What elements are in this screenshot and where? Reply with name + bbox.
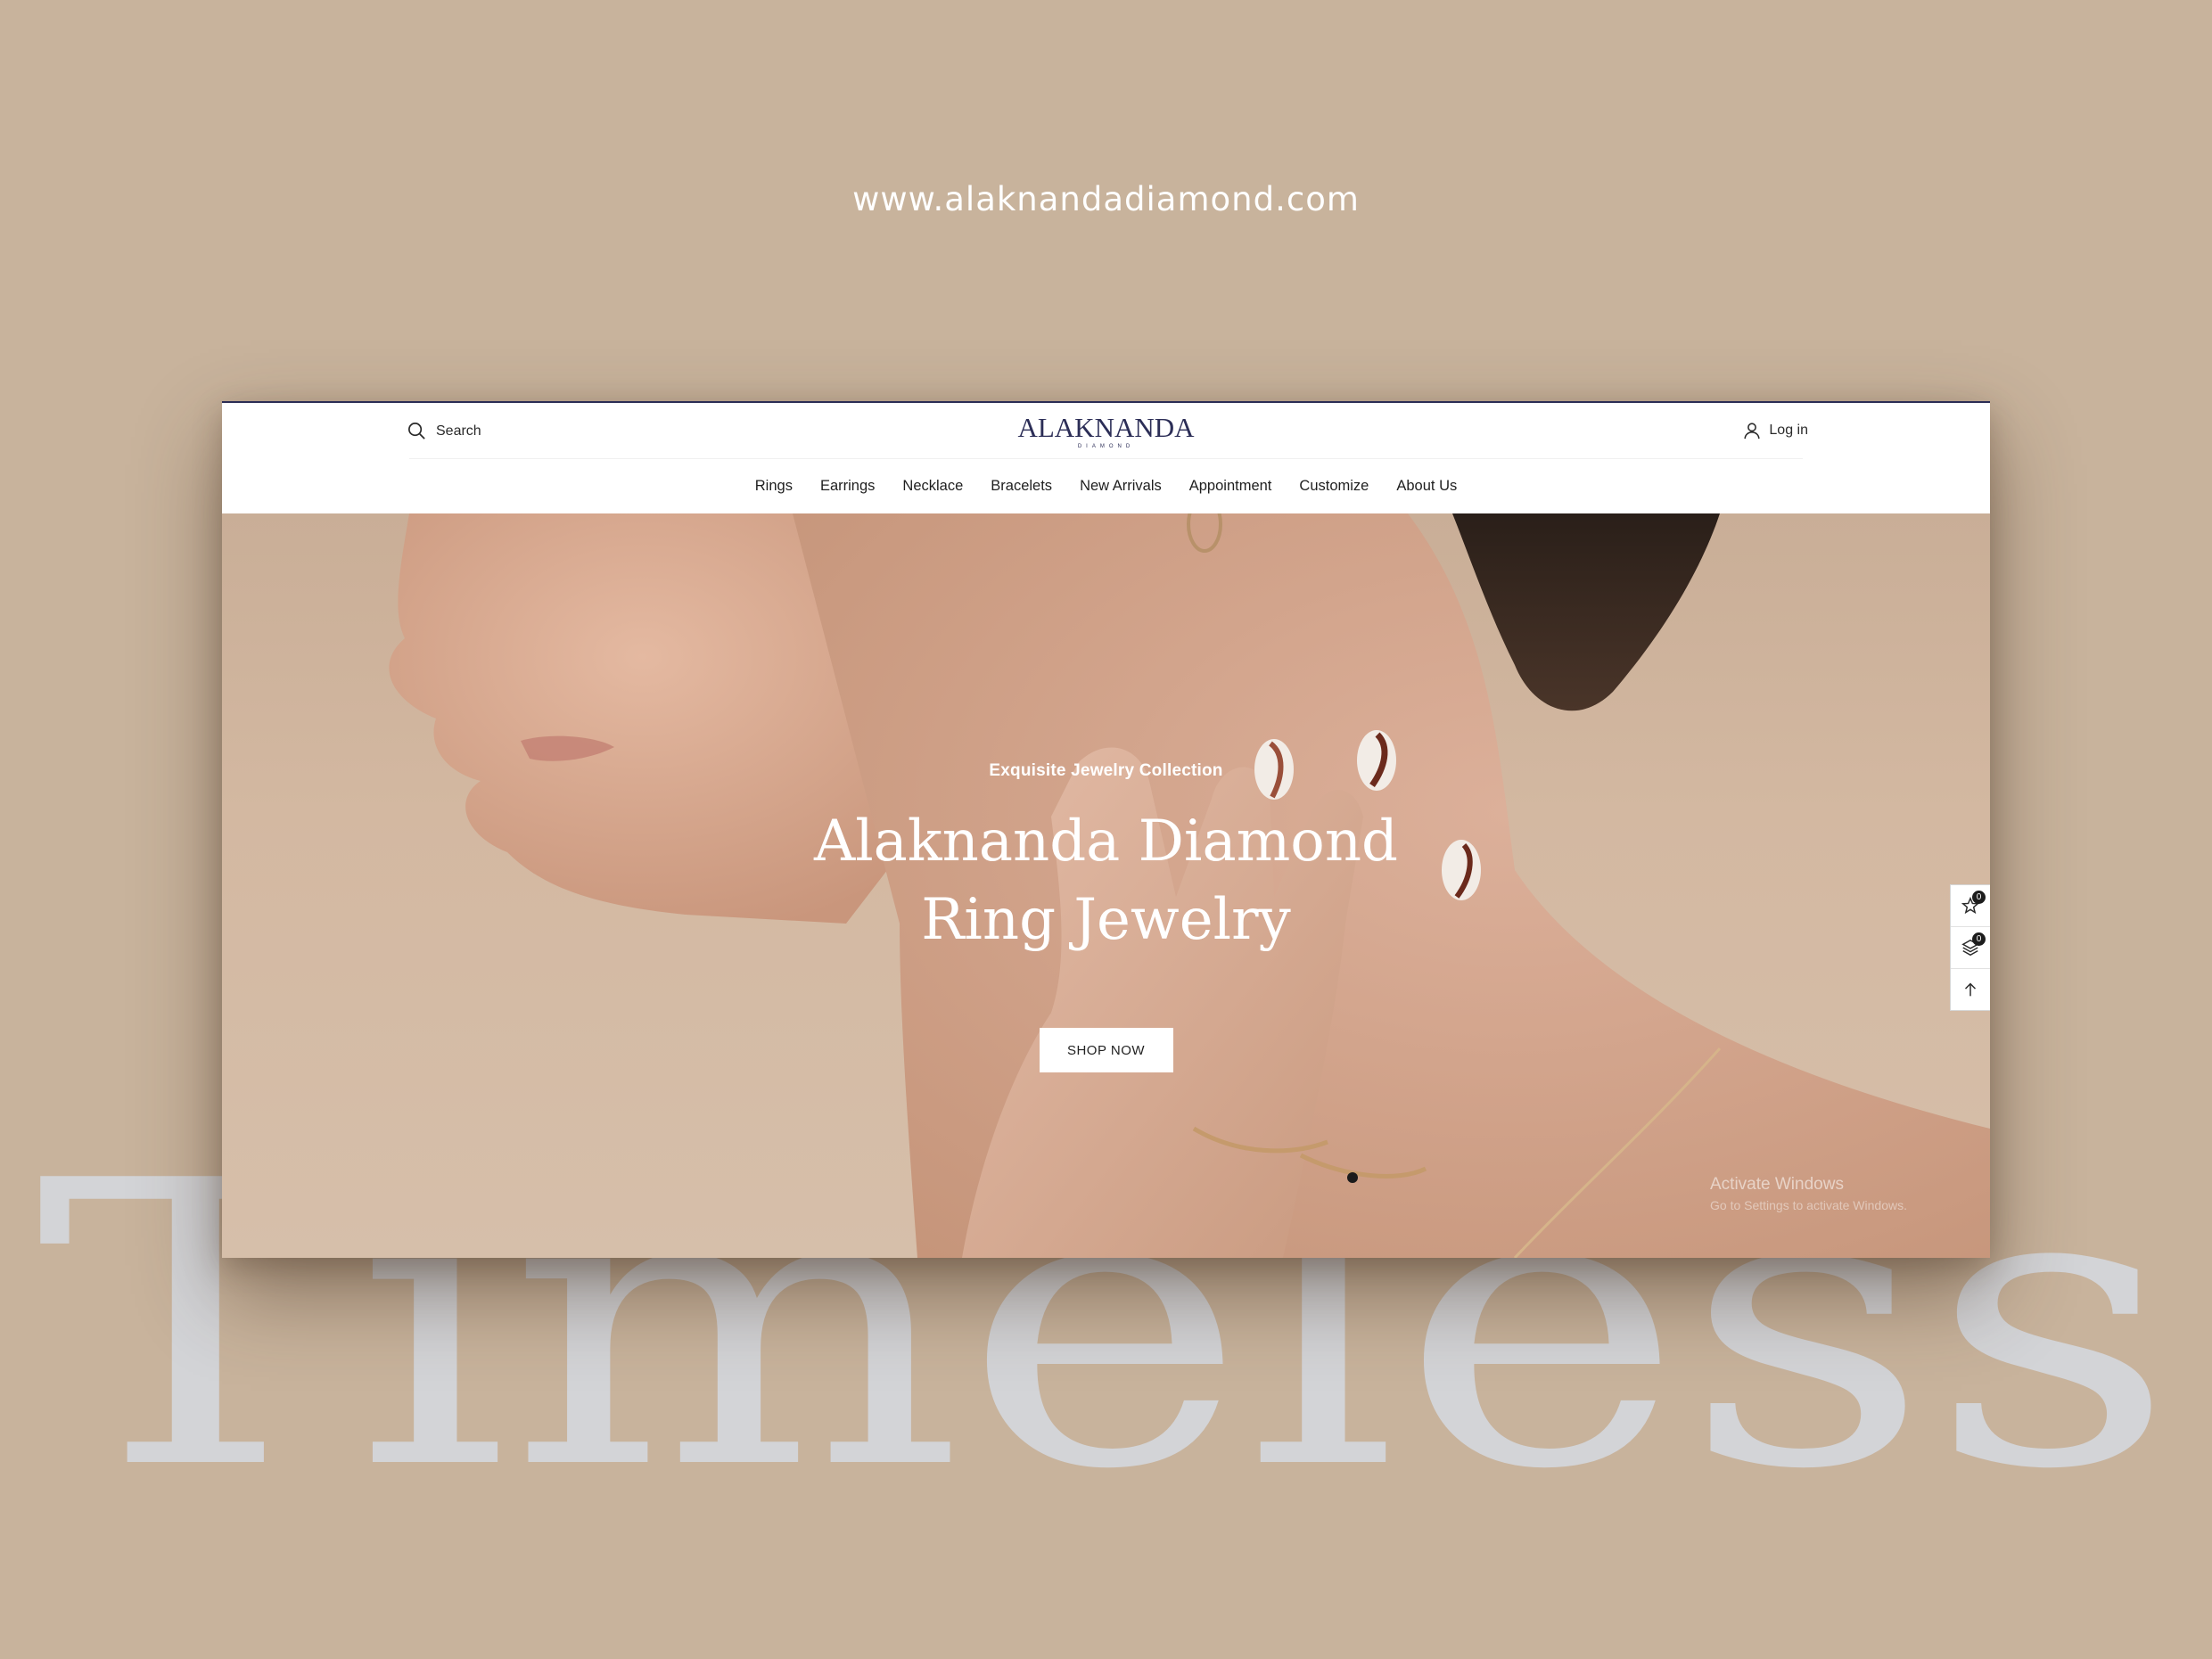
hero-banner: Exquisite Jewelry Collection Alaknanda D… xyxy=(222,513,1990,1258)
logo-main-text: ALAKNANDA xyxy=(1017,412,1195,443)
floating-side-tools: 0 0 xyxy=(1950,884,1990,1011)
nav-item-earrings[interactable]: Earrings xyxy=(820,478,875,495)
user-icon xyxy=(1744,423,1760,439)
watermark-title: Activate Windows xyxy=(1710,1175,1844,1194)
logo-sub-text: DIAMOND xyxy=(1077,444,1135,449)
main-nav: Rings Earrings Necklace Bracelets New Ar… xyxy=(222,478,1990,495)
hero-content: Exquisite Jewelry Collection Alaknanda D… xyxy=(222,761,1990,1072)
arrow-up-icon xyxy=(1964,982,1977,997)
hero-eyebrow: Exquisite Jewelry Collection xyxy=(989,761,1223,780)
wishlist-count-badge: 0 xyxy=(1972,891,1986,904)
header-divider xyxy=(409,458,1803,459)
nav-item-new-arrivals[interactable]: New Arrivals xyxy=(1080,478,1162,495)
nav-item-customize[interactable]: Customize xyxy=(1299,478,1369,495)
hero-title: Alaknanda Diamond Ring Jewelry xyxy=(222,802,1990,959)
website-mockup: Search ALAKNANDA DIAMOND Log in Rings Ea… xyxy=(222,401,1990,1258)
nav-item-rings[interactable]: Rings xyxy=(755,478,793,495)
nav-item-about-us[interactable]: About Us xyxy=(1396,478,1457,495)
nav-item-bracelets[interactable]: Bracelets xyxy=(991,478,1052,495)
hero-title-line-2: Ring Jewelry xyxy=(921,887,1291,953)
website-url: www.alaknandadiamond.com xyxy=(852,180,1360,218)
login-button[interactable]: Log in xyxy=(1742,421,1808,440)
compare-count-badge: 0 xyxy=(1972,932,1986,946)
hero-title-line-1: Alaknanda Diamond xyxy=(813,809,1399,875)
site-logo[interactable]: ALAKNANDA DIAMOND xyxy=(222,414,1990,449)
activate-windows-watermark: Activate Windows Go to Settings to activ… xyxy=(1710,1175,1907,1212)
wishlist-button[interactable]: 0 xyxy=(1951,885,1990,927)
compare-button[interactable]: 0 xyxy=(1951,927,1990,969)
watermark-subtitle: Go to Settings to activate Windows. xyxy=(1710,1198,1907,1212)
back-to-top-button[interactable] xyxy=(1951,969,1990,1010)
shop-now-button[interactable]: SHOP NOW xyxy=(1039,1027,1173,1072)
site-header: Search ALAKNANDA DIAMOND Log in Rings Ea… xyxy=(222,403,1990,513)
login-label: Log in xyxy=(1769,423,1808,438)
nav-item-necklace[interactable]: Necklace xyxy=(902,478,963,495)
nav-item-appointment[interactable]: Appointment xyxy=(1189,478,1272,495)
